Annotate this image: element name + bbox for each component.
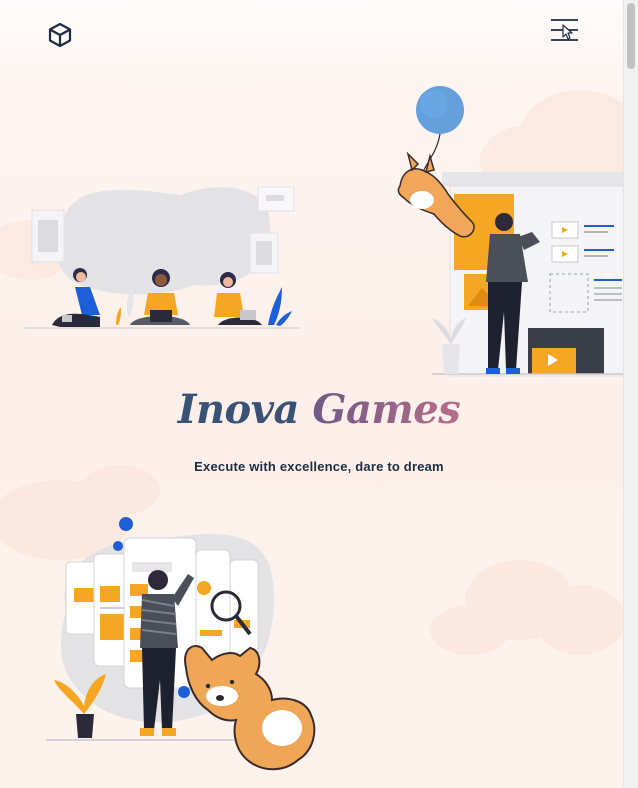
hamburger-menu-icon <box>551 19 578 41</box>
mobile-design-corgi-illustration <box>46 517 316 771</box>
scrollbar-thumb[interactable] <box>627 3 635 69</box>
header <box>0 0 624 70</box>
logo-cube-icon[interactable] <box>46 21 74 49</box>
page: Inova Games Execute with excellence, dar… <box>0 0 624 788</box>
page-scrollbar[interactable] <box>623 0 638 788</box>
corgi-balloon-board-illustration <box>397 86 624 377</box>
hero-title-inova: Inova <box>177 386 300 433</box>
hero-tagline: Execute with excellence, dare to dream <box>194 459 444 474</box>
menu-button[interactable] <box>546 16 582 46</box>
hero-title: Inova Games <box>0 386 624 433</box>
hero-title-games: Games <box>312 386 461 433</box>
cube-icon <box>48 22 72 48</box>
team-laptops-illustration <box>25 186 300 329</box>
